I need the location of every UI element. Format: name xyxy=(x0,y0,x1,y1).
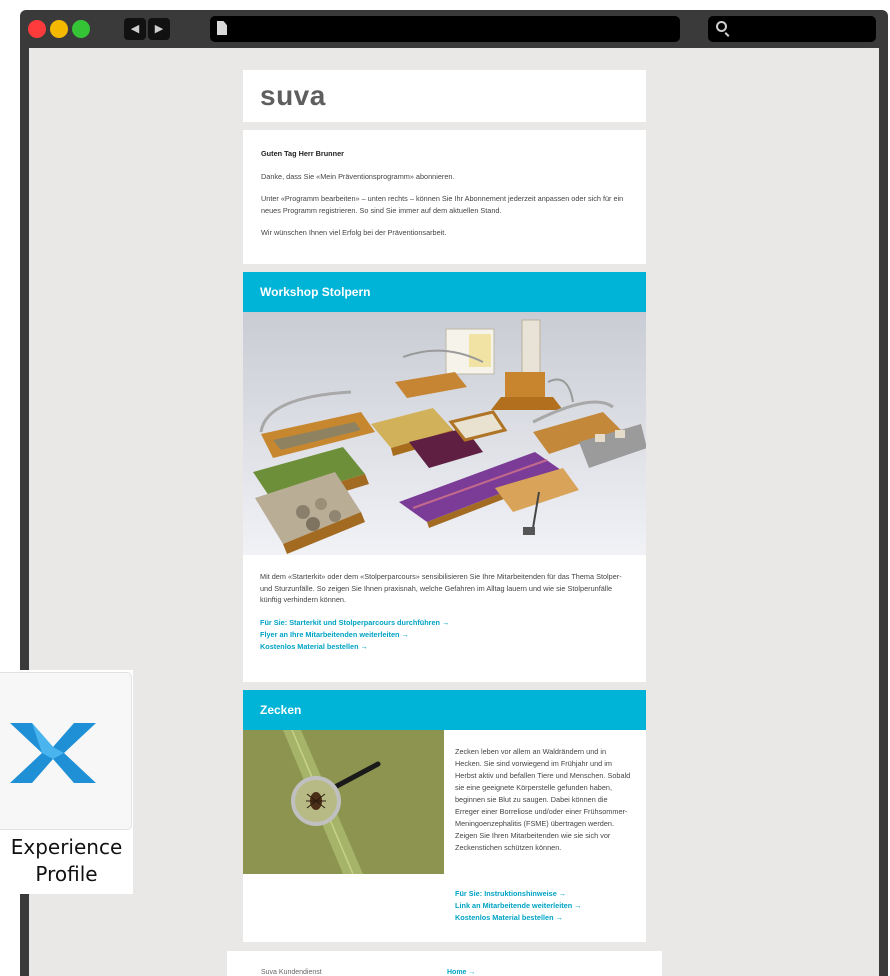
forward-arrow-icon: ▶ xyxy=(154,22,164,35)
zecken-section: Zecken Zecken leben vor allem an Waldrän… xyxy=(243,690,646,942)
experience-profile-app-tile[interactable]: Experience Profile xyxy=(0,670,133,894)
suva-logo: suva xyxy=(260,80,326,111)
workshop-section: Workshop Stolpern Mit dem «Starterkit» o… xyxy=(243,272,646,682)
instruktionshinweise-link[interactable]: Für Sie: Instruktionshinweise → xyxy=(455,888,582,900)
subscription-paragraph: Unter «Programm bearbeiten» – unten rech… xyxy=(261,194,624,215)
greeting-section: Guten Tag Herr Brunner Danke, dass Sie «… xyxy=(243,130,646,264)
forward-link[interactable]: Link an Mitarbeitende weiterleiten → xyxy=(455,900,582,912)
tick-magnifier-image xyxy=(243,729,444,875)
page-viewport: suva Guten Tag Herr Brunner Danke, dass … xyxy=(29,48,879,976)
stolperparcours-image xyxy=(243,312,646,555)
browser-toolbar: ◀ ▶ xyxy=(20,10,888,48)
workshop-title: Workshop Stolpern xyxy=(243,272,646,312)
address-bar[interactable] xyxy=(210,16,680,42)
intro-paragraph: Danke, dass Sie «Mein Präventionsprogram… xyxy=(261,171,455,181)
flyer-link[interactable]: Flyer an Ihre Mitarbeitenden weiterleite… xyxy=(260,629,629,641)
footer-service-label: Suva Kundendienst xyxy=(261,969,322,976)
forward-button[interactable]: ▶ xyxy=(148,18,170,40)
zecken-title: Zecken xyxy=(243,690,646,730)
browser-window: ◀ ▶ suva Guten Tag Herr Brunner Danke, d… xyxy=(20,10,888,976)
app-icon-box xyxy=(0,672,132,830)
minimize-window-button[interactable] xyxy=(50,20,68,38)
back-arrow-icon: ◀ xyxy=(130,22,140,35)
logo-header: suva xyxy=(243,70,646,122)
footer-home-link[interactable]: Home → xyxy=(447,969,475,976)
order-material-link[interactable]: Kostenlos Material bestellen → xyxy=(260,641,629,653)
maximize-window-button[interactable] xyxy=(72,20,90,38)
experience-profile-x-icon xyxy=(10,723,96,783)
greeting-text: Guten Tag Herr Brunner xyxy=(261,149,344,158)
page-icon xyxy=(217,21,227,35)
search-icon xyxy=(716,21,727,32)
email-footer: Suva Kundendienst Home → xyxy=(227,951,662,976)
zecken-description: Zecken leben vor allem an Waldrändern un… xyxy=(455,747,631,852)
zecken-order-material-link[interactable]: Kostenlos Material bestellen → xyxy=(455,912,582,924)
starterkit-link[interactable]: Für Sie: Starterkit und Stolperparcours … xyxy=(260,617,629,629)
workshop-description: Mit dem «Starterkit» oder dem «Stolperpa… xyxy=(260,572,622,604)
wishes-paragraph: Wir wünschen Ihnen viel Erfolg bei der P… xyxy=(261,228,447,237)
search-bar[interactable] xyxy=(708,16,876,42)
back-button[interactable]: ◀ xyxy=(124,18,146,40)
app-label: Experience Profile xyxy=(10,835,123,886)
close-window-button[interactable] xyxy=(28,20,46,38)
